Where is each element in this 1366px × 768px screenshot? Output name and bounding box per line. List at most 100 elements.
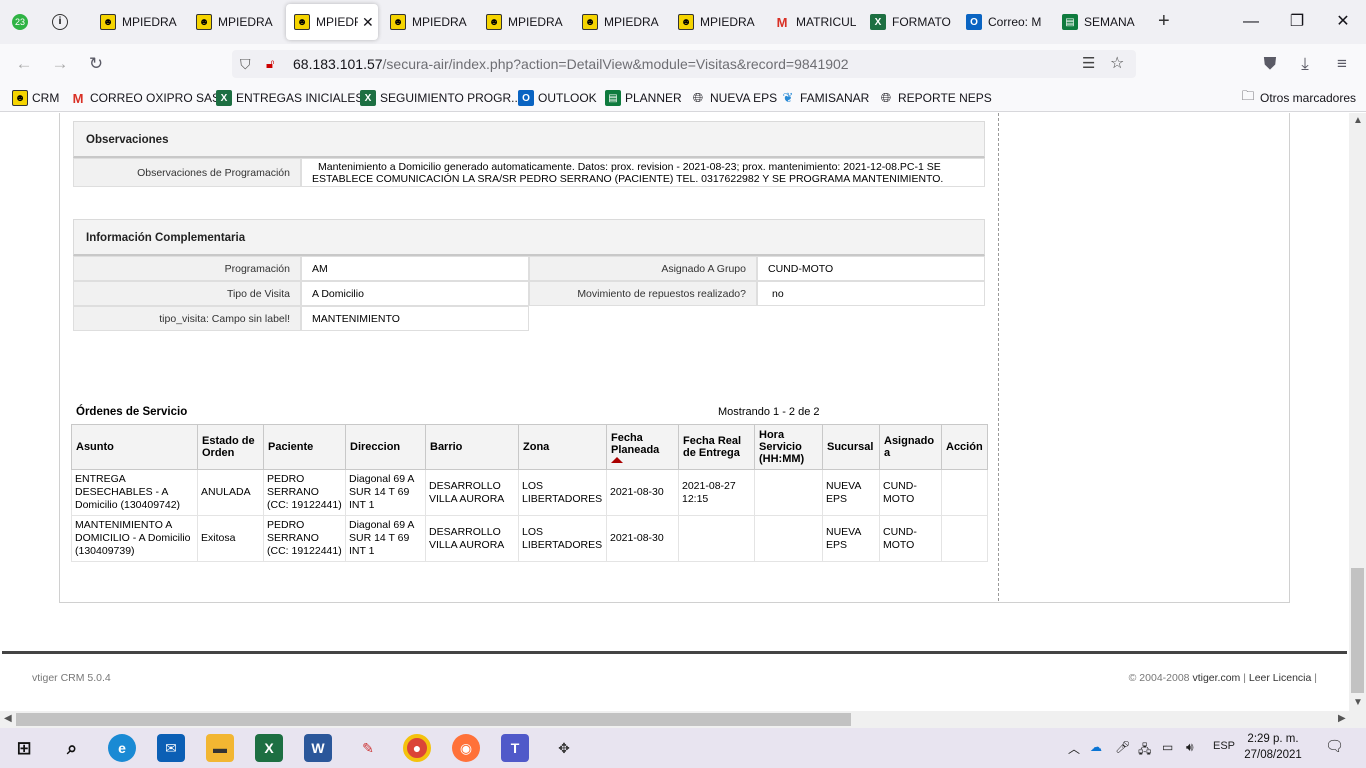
bookmark-correo[interactable]: M CORREO OXIPRO SAS	[70, 89, 220, 107]
bookmark-outlook[interactable]: O OUTLOOK	[518, 89, 597, 107]
bookmark-seguimiento[interactable]: X SEGUIMIENTO PROGR...	[360, 89, 521, 107]
browser-tab-5[interactable]: ☻ MPIEDRA	[486, 4, 570, 40]
forward-button[interactable]: →	[48, 52, 72, 76]
url-bar[interactable]: ⛉ 🔓︎ 68.183.101.57/secura-air/index.php?…	[232, 50, 1136, 78]
word-taskbar-icon[interactable]: W	[304, 734, 332, 762]
footer-copyright: © 2004-2008 vtiger.com | Leer Licencia |	[1128, 672, 1317, 684]
reader-view-icon[interactable]: ☰	[1082, 50, 1095, 78]
ordenes-header-row: Asunto Estado de Orden Paciente Direccio…	[71, 424, 988, 470]
shield-icon[interactable]: ⛉	[240, 50, 251, 78]
bookmark-nueva-eps[interactable]: 🌐︎ NUEVA EPS	[690, 89, 777, 107]
crm-logo-icon: ☻	[12, 90, 28, 106]
col-zona[interactable]: Zona	[518, 424, 607, 470]
cell-sucursal: NUEVA EPS	[822, 469, 880, 516]
chrome-icon[interactable]: ●	[403, 734, 431, 762]
vertical-scrollbar[interactable]: ▲ ▼	[1349, 113, 1366, 711]
cell-paciente[interactable]: PEDRO SERRANO (CC: 19122441)	[263, 469, 346, 516]
search-icon[interactable]: ⌕	[58, 734, 86, 762]
menu-icon[interactable]: ≡	[1330, 52, 1354, 76]
url-host: 68.183.101.57	[293, 56, 383, 72]
horizontal-scroll-thumb[interactable]	[16, 713, 851, 726]
other-bookmarks[interactable]: 🗀︎ Otros marcadores	[1240, 88, 1356, 107]
cell-accion	[941, 515, 988, 562]
observaciones-header: Observaciones	[73, 121, 985, 158]
bookmark-planner[interactable]: ▤ PLANNER	[605, 89, 682, 107]
cell-paciente[interactable]: PEDRO SERRANO (CC: 19122441)	[263, 515, 346, 562]
system-clock[interactable]: 2:29 p. m. 27/08/2021	[1238, 731, 1308, 763]
vtiger-link[interactable]: vtiger.com	[1192, 672, 1240, 684]
browser-tab-4[interactable]: ☻ MPIEDRA	[390, 4, 474, 40]
license-link[interactable]: Leer Licencia	[1249, 672, 1311, 684]
browser-tab-2[interactable]: ☻ MPIEDRA	[196, 4, 280, 40]
browser-tab-10[interactable]: O Correo: M	[966, 4, 1050, 40]
close-tab-icon[interactable]: ✕	[362, 14, 374, 31]
remote-app-icon[interactable]: ✥	[550, 734, 578, 762]
paint-icon[interactable]: ✎	[354, 734, 382, 762]
excel-taskbar-icon[interactable]: X	[255, 734, 283, 762]
browser-tab-6[interactable]: ☻ MPIEDRA	[582, 4, 666, 40]
monitor-icon[interactable]: ▭	[1162, 740, 1173, 754]
tab-counter-badge[interactable]: 23	[12, 14, 28, 30]
mail-icon[interactable]: ✉	[157, 734, 185, 762]
info-complementaria-header: Información Complementaria	[73, 219, 985, 256]
windows-start-icon[interactable]: ⊞	[10, 734, 38, 762]
col-fecha-real[interactable]: Fecha Real de Entrega	[678, 424, 755, 470]
col-barrio[interactable]: Barrio	[425, 424, 519, 470]
cell-asunto[interactable]: ENTREGA DESECHABLES - A Domicilio (13040…	[71, 469, 198, 516]
notification-icon[interactable]: 🗨︎	[1325, 737, 1344, 755]
asignado-grupo-value: CUND-MOTO	[757, 256, 985, 281]
col-asignado[interactable]: Asignado a	[879, 424, 942, 470]
new-tab-button[interactable]: +	[1158, 10, 1170, 33]
volume-icon[interactable]: 🔊︎	[1186, 740, 1194, 755]
onedrive-icon[interactable]: ☁	[1090, 740, 1102, 754]
firefox-icon[interactable]: ◉	[452, 734, 480, 762]
scroll-left-icon[interactable]: ◀	[4, 713, 12, 724]
cell-barrio: DESARROLLO VILLA AURORA	[425, 469, 519, 516]
crm-logo-icon: ☻	[294, 14, 310, 30]
teams-icon[interactable]: T	[501, 734, 529, 762]
browser-tab-11[interactable]: ▤ SEMANA	[1062, 4, 1146, 40]
scroll-down-icon[interactable]: ▼	[1353, 697, 1363, 708]
microphone-icon[interactable]: 🎤︎	[1115, 740, 1130, 754]
col-estado[interactable]: Estado de Orden	[197, 424, 264, 470]
restore-button[interactable]: ❐	[1274, 8, 1320, 36]
scroll-right-icon[interactable]: ▶	[1338, 713, 1346, 724]
file-explorer-icon[interactable]: ▬	[206, 734, 234, 762]
close-window-button[interactable]: ✕	[1320, 8, 1366, 36]
vertical-scroll-thumb[interactable]	[1351, 568, 1364, 693]
bookmark-star-icon[interactable]: ☆	[1110, 50, 1124, 78]
bookmark-crm[interactable]: ☻ CRM	[12, 89, 59, 107]
info-icon[interactable]: i	[52, 14, 68, 30]
network-icon[interactable]: 🖧︎	[1138, 740, 1151, 761]
browser-tab-7[interactable]: ☻ MPIEDRA	[678, 4, 762, 40]
col-asunto[interactable]: Asunto	[71, 424, 198, 470]
col-hora-servicio[interactable]: Hora Servicio (HH:MM)	[754, 424, 823, 470]
scroll-up-icon[interactable]: ▲	[1353, 115, 1363, 126]
cell-sucursal: NUEVA EPS	[822, 515, 880, 562]
col-paciente[interactable]: Paciente	[263, 424, 346, 470]
show-hidden-icons[interactable]: ︿	[1068, 740, 1080, 757]
col-direccion[interactable]: Direccion	[345, 424, 426, 470]
pocket-icon[interactable]: ⛊	[1258, 52, 1282, 76]
browser-tab-8[interactable]: M MATRICUL	[774, 4, 858, 40]
language-indicator[interactable]: ESP	[1213, 740, 1235, 752]
col-sucursal[interactable]: Sucursal	[822, 424, 880, 470]
reload-button[interactable]: ↻	[84, 52, 108, 76]
outlook-icon: O	[966, 14, 982, 30]
download-icon[interactable]: ⤓	[1293, 52, 1317, 76]
browser-tab-1[interactable]: ☻ MPIEDRA	[100, 4, 188, 40]
insecure-lock-icon[interactable]: 🔓︎	[266, 50, 274, 78]
browser-tab-active[interactable]: ☻MPIEDRA✕	[286, 4, 378, 40]
minimize-button[interactable]: —	[1228, 8, 1274, 36]
bookmark-famisanar[interactable]: ❦ FAMISANAR	[780, 89, 870, 107]
horizontal-scrollbar[interactable]: ◀ ▶	[0, 711, 1366, 728]
browser-tab-9[interactable]: X FORMATO	[870, 4, 954, 40]
crm-logo-icon: ☻	[196, 14, 212, 30]
back-button[interactable]: ←	[12, 52, 36, 76]
col-fecha-planeada[interactable]: Fecha Planeada	[606, 424, 679, 470]
edge-icon[interactable]: e	[108, 734, 136, 762]
cell-asunto[interactable]: MANTENIMIENTO A DOMICILIO - A Domicilio …	[71, 515, 198, 562]
bookmark-entregas[interactable]: X ENTREGAS INICIALES	[216, 89, 363, 107]
bookmark-reporte-neps[interactable]: 🌐︎ REPORTE NEPS	[878, 89, 992, 107]
footer-divider	[2, 651, 1347, 654]
